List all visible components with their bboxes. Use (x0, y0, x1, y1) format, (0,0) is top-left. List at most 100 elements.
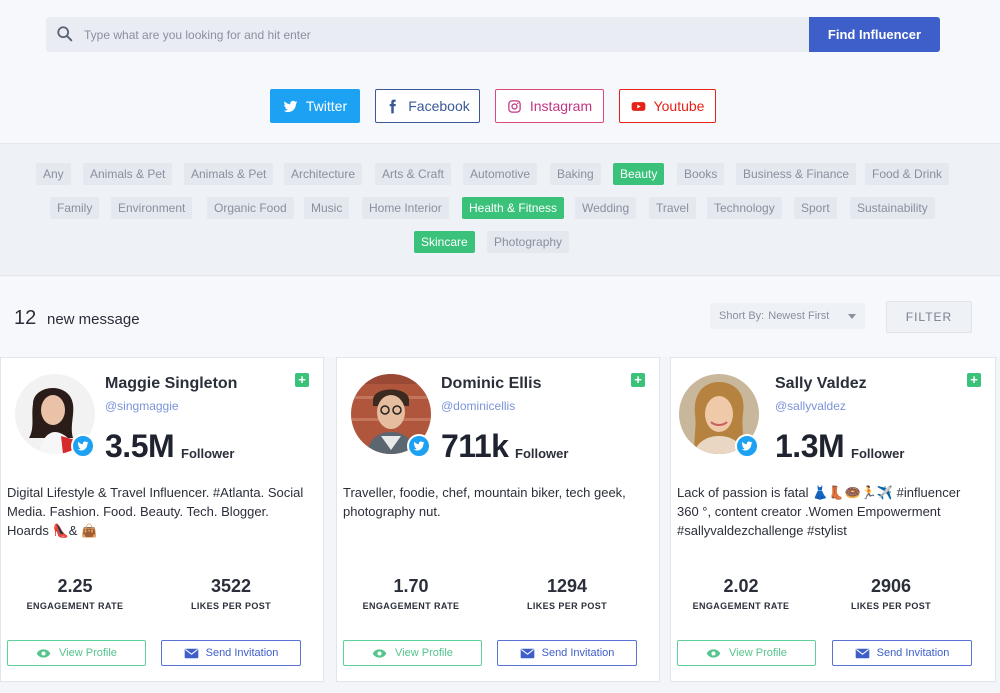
category-tag[interactable]: Music (304, 197, 350, 219)
engagement-value: 1.70 (393, 576, 429, 596)
eye-icon (706, 648, 721, 658)
platform-selector: Twitter Facebook Instagram Youtube (0, 89, 1000, 124)
chevron-down-icon (848, 314, 856, 319)
category-tag[interactable]: Environment (111, 197, 193, 219)
category-tag[interactable]: Food & Drink (865, 163, 950, 185)
category-tag[interactable]: Automotive (463, 163, 538, 185)
category-tag-active[interactable]: Skincare (414, 231, 475, 253)
category-tag[interactable]: Sustainability (850, 197, 935, 219)
influencer-handle[interactable]: @singmaggie (105, 399, 179, 413)
engagement-stat: 1.70 ENGAGEMENT RATE (351, 576, 471, 611)
engagement-label: ENGAGEMENT RATE (692, 601, 790, 611)
influencer-name[interactable]: Dominic Ellis (441, 375, 541, 393)
results-header: 12 new message Short By: Newest First FIL… (0, 277, 1000, 357)
twitter-badge-icon (407, 434, 431, 458)
find-influencer-button[interactable]: Find Influencer (809, 17, 940, 52)
category-tag[interactable]: Business & Finance (736, 163, 857, 185)
category-tag[interactable]: Technology (707, 197, 782, 219)
category-tag[interactable]: Any (36, 163, 71, 185)
add-influencer-icon[interactable]: + (295, 373, 309, 387)
platform-twitter-button[interactable]: Twitter (270, 89, 360, 123)
send-invitation-button[interactable]: Send Invitation (832, 640, 972, 666)
send-invitation-label: Send Invitation (205, 647, 279, 659)
platform-twitter-label: Twitter (305, 98, 348, 114)
category-tag[interactable]: Arts & Craft (375, 163, 452, 185)
send-invitation-button[interactable]: Send Invitation (161, 640, 301, 666)
filter-button[interactable]: FILTER (886, 301, 972, 333)
envelope-icon (184, 648, 198, 658)
add-influencer-icon[interactable]: + (967, 373, 981, 387)
platform-youtube-label: Youtube (653, 98, 705, 114)
likes-value: 3522 (210, 576, 252, 596)
envelope-icon (855, 648, 869, 658)
search-input[interactable] (84, 17, 804, 52)
view-profile-label: View Profile (729, 647, 787, 659)
search-icon (57, 26, 73, 42)
influencer-handle[interactable]: @sallyvaldez (775, 399, 846, 413)
engagement-stat: 2.02 ENGAGEMENT RATE (681, 576, 801, 611)
category-tag[interactable]: Organic Food (207, 197, 294, 219)
send-invitation-button[interactable]: Send Invitation (497, 640, 637, 666)
send-invitation-label: Send Invitation (876, 647, 950, 659)
view-profile-label: View Profile (59, 647, 117, 659)
follower-label: Follower (181, 446, 235, 461)
likes-value: 1294 (546, 576, 588, 596)
category-tag-active[interactable]: Health & Fitness (462, 197, 565, 219)
platform-facebook-button[interactable]: Facebook (375, 89, 480, 123)
category-tag[interactable]: Home Interior (362, 197, 449, 219)
engagement-value: 2.02 (723, 576, 759, 596)
engagement-value: 2.25 (57, 576, 93, 596)
message-count-label: new message (47, 311, 140, 328)
view-profile-button[interactable]: View Profile (7, 640, 146, 666)
likes-stat: 1294 LIKES PER POST (507, 576, 627, 611)
platform-youtube-button[interactable]: Youtube (619, 89, 716, 123)
platform-instagram-label: Instagram (529, 98, 593, 114)
likes-label: LIKES PER POST (850, 601, 932, 611)
influencer-bio: Digital Lifestyle & Travel Influencer. #… (7, 485, 304, 538)
influencer-card: + Dominic Ellis @dominicellis 711k Follo… (336, 357, 660, 682)
category-tag[interactable]: Architecture (284, 163, 363, 185)
search-section: Find Influencer Twitter Facebook Instagr… (0, 0, 1000, 143)
influencer-bio: Lack of passion is fatal 👗👢🍩🏃✈️ #influen… (677, 485, 961, 538)
search-bar: Find Influencer (46, 17, 940, 52)
facebook-icon (389, 99, 397, 113)
category-tag[interactable]: Photography (487, 231, 570, 253)
follower-label: Follower (851, 446, 905, 461)
influencer-handle[interactable]: @dominicellis (441, 399, 515, 413)
instagram-icon (508, 99, 521, 113)
view-profile-button[interactable]: View Profile (343, 640, 482, 666)
follower-label: Follower (515, 446, 569, 461)
sort-dropdown[interactable]: Short By: Newest First (710, 303, 865, 329)
likes-stat: 3522 LIKES PER POST (171, 576, 291, 611)
influencer-card: + Sally Valdez @sallyvaldez 1.3M Followe… (670, 357, 996, 682)
sort-label: Short By: (719, 310, 765, 322)
likes-label: LIKES PER POST (190, 601, 272, 611)
influencer-name[interactable]: Sally Valdez (775, 375, 867, 393)
category-tag-active[interactable]: Beauty (613, 163, 665, 185)
influencer-card: + Maggie Singleton @singmaggie 3.5M Foll… (0, 357, 324, 682)
category-tag[interactable]: Baking (550, 163, 601, 185)
follower-count: 3.5M (105, 428, 175, 464)
category-tag[interactable]: Sport (794, 197, 837, 219)
influencer-name[interactable]: Maggie Singleton (105, 375, 237, 393)
platform-instagram-button[interactable]: Instagram (495, 89, 604, 123)
youtube-icon (631, 101, 645, 111)
category-tag[interactable]: Animals & Pet (83, 163, 173, 185)
message-count: 12 (14, 307, 37, 329)
category-tag[interactable]: Travel (649, 197, 696, 219)
likes-stat: 2906 LIKES PER POST (831, 576, 951, 611)
engagement-label: ENGAGEMENT RATE (26, 601, 124, 611)
sort-value: Newest First (768, 310, 830, 322)
view-profile-label: View Profile (395, 647, 453, 659)
platform-facebook-label: Facebook (408, 98, 470, 114)
add-influencer-icon[interactable]: + (631, 373, 645, 387)
category-tag[interactable]: Animals & Pet (184, 163, 274, 185)
category-tag[interactable]: Wedding (575, 197, 637, 219)
follower-count: 711k (441, 428, 509, 464)
send-invitation-label: Send Invitation (541, 647, 615, 659)
category-tag[interactable]: Family (50, 197, 100, 219)
likes-label: LIKES PER POST (526, 601, 608, 611)
eye-icon (36, 648, 51, 658)
category-tag[interactable]: Books (677, 163, 725, 185)
view-profile-button[interactable]: View Profile (677, 640, 816, 666)
